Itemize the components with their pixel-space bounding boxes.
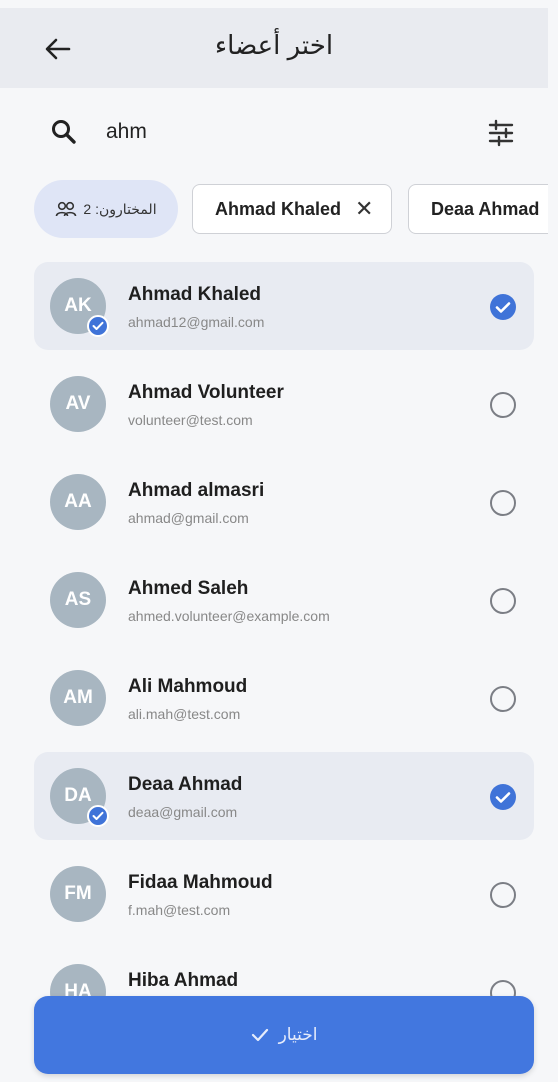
avatar: FM [50, 866, 106, 922]
avatar-initials: AA [64, 491, 92, 512]
page-title: اختر أعضاء [214, 30, 334, 60]
avatar-initials: DA [64, 785, 92, 806]
confirm-selection-button[interactable]: اختيار [34, 996, 534, 1074]
member-name: Ahmad Volunteer [128, 382, 284, 403]
confirm-label: اختيار [278, 1025, 318, 1044]
close-icon[interactable]: ✕ [355, 196, 373, 222]
radio-unchecked-icon[interactable] [490, 490, 516, 516]
selected-chips-row: المختارون: 2 Ahmad Khaled ✕ Deaa Ahmad ✕ [0, 178, 548, 242]
member-email: ahmad12@gmail.com [128, 314, 265, 330]
member-email: ahmed.volunteer@example.com [128, 608, 330, 624]
member-row[interactable]: AV Ahmad Volunteer volunteer@test.com [34, 360, 534, 448]
chip-label: Deaa Ahmad [431, 198, 540, 219]
selected-chip[interactable]: Deaa Ahmad ✕ [408, 184, 548, 234]
avatar: AA [50, 474, 106, 530]
search-bar [0, 100, 548, 164]
member-email: volunteer@test.com [128, 412, 253, 428]
avatar: AS [50, 572, 106, 628]
avatar-initials: AM [63, 687, 93, 708]
member-email: deaa@gmail.com [128, 804, 238, 820]
search-input[interactable] [104, 114, 448, 150]
avatar-initials: AK [64, 295, 92, 316]
search-icon [52, 120, 76, 144]
radio-unchecked-icon[interactable] [490, 882, 516, 908]
avatar-initials: FM [64, 883, 92, 904]
selected-count-chip[interactable]: المختارون: 2 [34, 180, 178, 238]
avatar-initials: AV [65, 393, 91, 414]
checked-circle-icon[interactable] [490, 294, 516, 320]
app-bar: اختر أعضاء [0, 8, 548, 88]
avatar: DA [50, 768, 109, 827]
member-name: Hiba Ahmad [128, 970, 239, 991]
avatar: AK [50, 278, 109, 337]
member-row[interactable]: FM Fidaa Mahmoud f.mah@test.com [34, 850, 534, 938]
member-name: Deaa Ahmad [128, 774, 243, 795]
check-badge-icon [87, 315, 109, 337]
member-row[interactable]: AS Ahmed Saleh ahmed.volunteer@example.c… [34, 556, 534, 644]
member-email: f.mah@test.com [128, 902, 231, 918]
member-row[interactable]: AA Ahmad almasri ahmad@gmail.com [34, 458, 534, 546]
avatar: AV [50, 376, 106, 432]
member-row[interactable]: AK Ahmad Khaled ahmad12@gmail.com [34, 262, 534, 350]
filter-icon[interactable] [486, 118, 516, 148]
avatar: AM [50, 670, 106, 726]
chip-label: Ahmad Khaled [215, 198, 342, 219]
member-row[interactable]: DA Deaa Ahmad deaa@gmail.com [34, 752, 534, 840]
member-name: Fidaa Mahmoud [128, 872, 273, 893]
group-icon [56, 201, 77, 217]
member-email: ahmad@gmail.com [128, 510, 249, 526]
radio-unchecked-icon[interactable] [490, 392, 516, 418]
selected-count-label: المختارون: 2 [83, 200, 157, 217]
member-row[interactable]: AM Ali Mahmoud ali.mah@test.com [34, 654, 534, 742]
selected-chip[interactable]: Ahmad Khaled ✕ [192, 184, 393, 234]
member-name: Ali Mahmoud [128, 676, 248, 697]
check-badge-icon [87, 805, 109, 827]
member-email: ali.mah@test.com [128, 706, 241, 722]
radio-unchecked-icon[interactable] [490, 588, 516, 614]
member-name: Ahmad Khaled [128, 284, 262, 305]
avatar-initials: AS [64, 589, 92, 610]
member-name: Ahmed Saleh [128, 578, 249, 599]
checked-circle-icon[interactable] [490, 784, 516, 810]
radio-unchecked-icon[interactable] [490, 686, 516, 712]
member-name: Ahmad almasri [128, 480, 265, 501]
check-icon [251, 1028, 268, 1042]
